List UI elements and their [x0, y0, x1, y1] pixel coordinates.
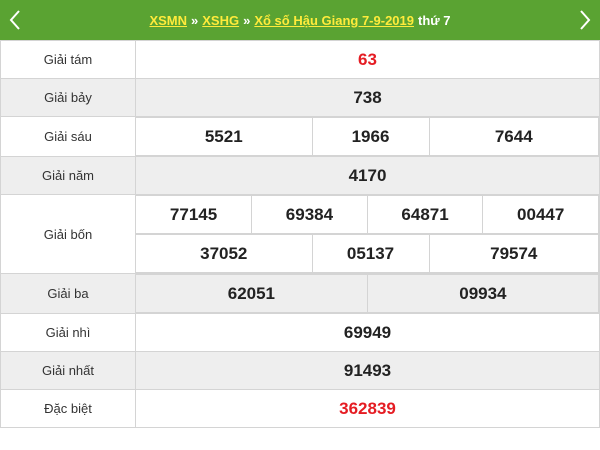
prize-row-g3: Giải ba 62051 09934: [0, 273, 600, 314]
prize-number: 91493: [135, 351, 600, 390]
prize-number: 738: [135, 78, 600, 117]
previous-button[interactable]: [0, 0, 30, 40]
prize-row-g7: Giải bảy 738: [0, 78, 600, 117]
page-title[interactable]: Xổ số Hậu Giang 7-9-2019: [254, 13, 414, 28]
prize-number: 4170: [135, 156, 600, 195]
prize-label: Giải ba: [0, 273, 136, 314]
prize-number: 00447: [482, 195, 599, 234]
breadcrumb-xshg[interactable]: XSHG: [202, 13, 239, 28]
next-button[interactable]: [570, 0, 600, 40]
prize-number: 1966: [311, 117, 430, 156]
prize-number: 62051: [136, 274, 368, 313]
weekday-label: thứ 7: [418, 12, 451, 28]
prize-label: Đặc biệt: [0, 389, 136, 428]
prize-row-g2: Giải nhì 69949: [0, 313, 600, 352]
prize-label: Giải bốn: [0, 194, 136, 274]
prize-label: Giải nhất: [0, 351, 136, 390]
prize-row-g5: Giải năm 4170: [0, 156, 600, 195]
prize-row-g6: Giải sáu 5521 1966 7644: [0, 116, 600, 157]
breadcrumb-separator: »: [191, 12, 199, 28]
chevron-left-icon: [9, 10, 20, 30]
results-table: Giải tám 63 Giải bảy 738 Giải sáu 5521 1…: [0, 40, 600, 428]
prize-number: 5521: [136, 117, 313, 156]
prize-number: 69384: [251, 195, 368, 234]
prize-number: 05137: [311, 234, 430, 273]
prize-row-g1: Giải nhất 91493: [0, 351, 600, 390]
prize-label: Giải nhì: [0, 313, 136, 352]
prize-row-g8: Giải tám 63: [0, 40, 600, 79]
results-header: XSMN » XSHG » Xổ số Hậu Giang 7-9-2019 t…: [0, 0, 600, 40]
prize-label: Giải sáu: [0, 116, 136, 157]
chevron-right-icon: [580, 10, 591, 30]
prize-row-g4: Giải bốn 77145 69384 64871 00447 37052 0…: [0, 194, 600, 274]
prize-number: 79574: [428, 234, 599, 273]
breadcrumb-xsmn[interactable]: XSMN: [149, 13, 187, 28]
breadcrumb-separator: »: [243, 12, 251, 28]
prize-number: 63: [135, 40, 600, 79]
prize-label: Giải năm: [0, 156, 136, 195]
prize-number: 7644: [428, 117, 599, 156]
prize-number: 69949: [135, 313, 600, 352]
prize-number: 77145: [136, 195, 253, 234]
prize-number: 09934: [366, 274, 600, 313]
jackpot-number: 362839: [135, 389, 600, 428]
prize-label: Giải tám: [0, 40, 136, 79]
prize-number: 37052: [136, 234, 313, 273]
prize-number: 64871: [366, 195, 484, 234]
prize-row-special: Đặc biệt 362839: [0, 389, 600, 428]
prize-label: Giải bảy: [0, 78, 136, 117]
